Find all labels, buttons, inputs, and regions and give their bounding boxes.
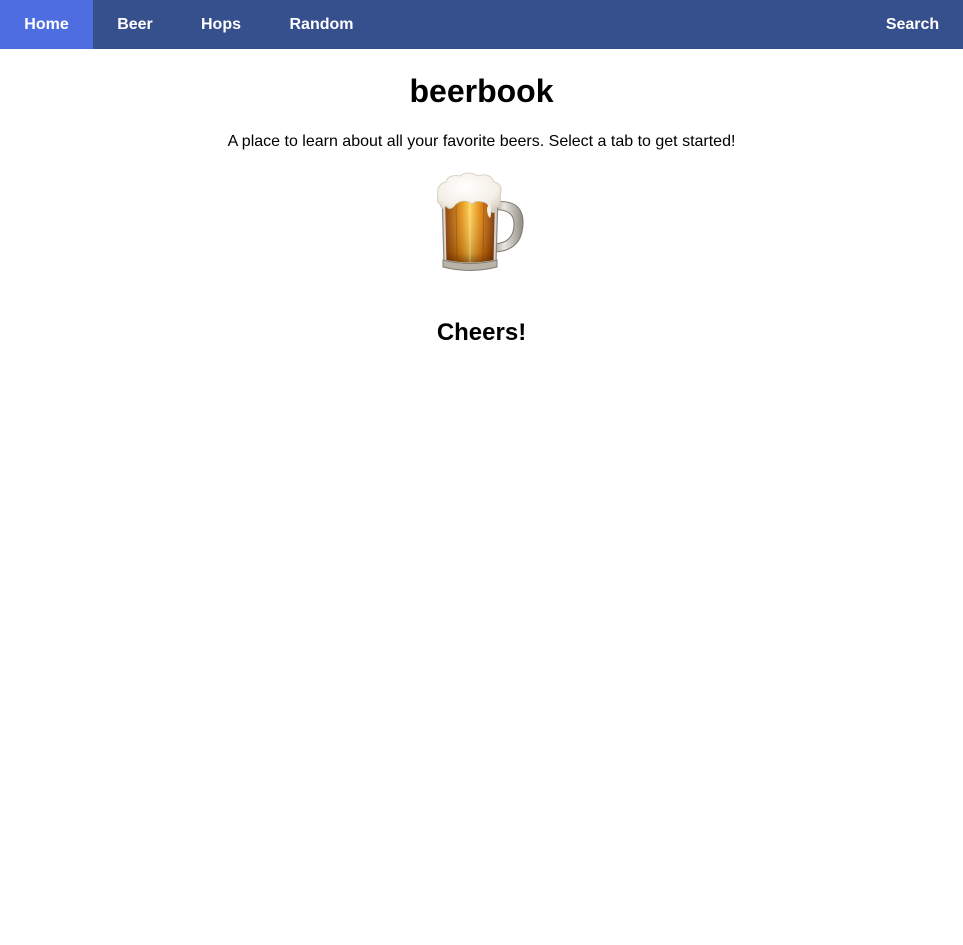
main-content: beerbook A place to learn about all your… — [0, 49, 963, 347]
tagline: A place to learn about all your favorite… — [227, 133, 736, 150]
nav-beer-tab[interactable]: Beer — [93, 0, 177, 49]
page-title: beerbook — [409, 73, 554, 109]
nav-search-link[interactable]: Search — [862, 0, 963, 49]
top-navbar: Home Beer Hops Random Search — [0, 0, 963, 49]
cheers-heading: Cheers! — [436, 319, 527, 346]
nav-random-tab[interactable]: Random — [265, 0, 378, 49]
beer-mug-icon — [432, 172, 532, 276]
nav-home-tab[interactable]: Home — [0, 0, 93, 49]
nav-hops-tab[interactable]: Hops — [177, 0, 265, 49]
